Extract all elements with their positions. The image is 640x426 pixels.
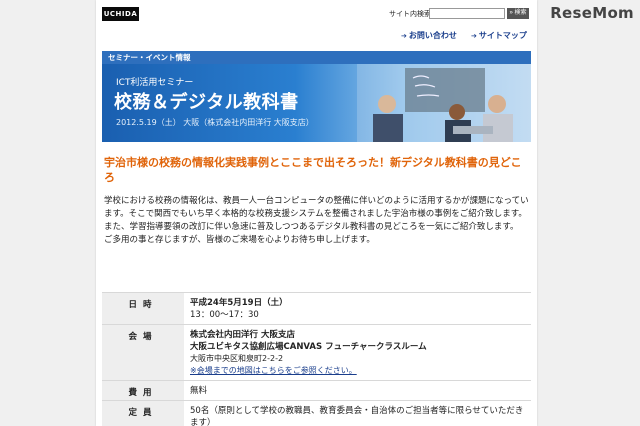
venue-address: 大阪市中央区和泉町2-2-2 [190,354,284,363]
banner-date: 2012.5.19（土） 大阪（株式会社内田洋行 大阪支店） [116,118,314,127]
table-row: 会場 株式会社内田洋行 大阪支店 大阪ユビキタス協創広場CANVAS フューチャ… [102,324,531,381]
table-row: 定員 50名（原則として学校の教職員、教育委員会・自治体のご担当者等に限らせてい… [102,400,531,426]
fee-label: 費用 [102,380,184,401]
search-button[interactable]: » 検索 [507,8,529,19]
intro-paragraph: また、学習指導要領の改訂に伴い急速に普及しつつあるデジタル教科書の見どころを一気… [104,222,519,232]
table-row: 費用 無料 [102,380,531,401]
venue-name: 株式会社内田洋行 大阪支店 [190,330,295,340]
venue-label: 会場 [102,324,184,381]
intro-paragraph: ご多用の事と存じますが、皆様のご来場を心よりお待ち申し上げます。 [104,235,375,245]
page: UCHIDA サイト内検索 » 検索 ➔ お問い合わせ ➔ サイトマップ セミナー・… [96,0,537,426]
arrow-right-icon: ➔ [401,32,407,40]
sitemap-link-label: サイトマップ [478,31,527,40]
time-value: 13：00～17：30 [190,310,259,320]
venue-cell: 株式会社内田洋行 大阪支店 大阪ユビキタス協創広場CANVAS フューチャークラ… [184,324,531,381]
site-search-label: サイト内検索 [389,10,431,18]
header: UCHIDA サイト内検索 » 検索 [96,0,537,26]
search-input[interactable] [429,8,505,19]
event-info-table: 日時 平成24年5月19日（土） 13：00～17：30 会場 株式会社内田洋行… [102,292,531,426]
sitemap-link[interactable]: ➔ サイトマップ [471,30,527,41]
date-label: 日時 [102,292,184,325]
capacity-label: 定員 [102,400,184,426]
seminar-banner: ICT利活用セミナー 校務＆デジタル教科書 2012.5.19（土） 大阪（株式… [102,64,531,142]
resemom-watermark: ReseMom [550,4,634,22]
uchida-logo[interactable]: UCHIDA [102,7,139,21]
inquiry-link[interactable]: ➔ お問い合わせ [401,30,457,41]
date-value: 平成24年5月19日（土） [190,298,288,308]
classroom-photo [357,64,531,142]
section-tab: セミナー・イベント情報 [102,51,531,64]
arrow-right-icon: ➔ [471,32,477,40]
intro-paragraph: 学校における校務の情報化は、教員一人一台コンピュータの整備に伴いどのように活用す… [104,196,529,219]
date-cell: 平成24年5月19日（土） 13：00～17：30 [184,292,531,325]
banner-title: 校務＆デジタル教科書 [114,92,299,113]
fee-value: 無料 [184,380,531,401]
intro-text: 学校における校務の情報化は、教員一人一台コンピュータの整備に伴いどのように活用す… [104,195,529,247]
utility-nav: ➔ お問い合わせ ➔ サイトマップ [96,30,537,42]
capacity-value: 50名（原則として学校の教職員、教育委員会・自治体のご担当者等に限らせていただき… [184,400,531,426]
banner-subtitle: ICT利活用セミナー [116,78,194,88]
table-row: 日時 平成24年5月19日（土） 13：00～17：30 [102,292,531,325]
inquiry-link-label: お問い合わせ [408,31,457,40]
headline: 宇治市様の校務の情報化実践事例とここまで出そろった！新デジタル教科書の見どころ [104,156,522,184]
venue-room: 大阪ユビキタス協創広場CANVAS フューチャークラスルーム [190,342,427,352]
venue-map-link[interactable]: ※会場までの地図はこちらをご参照ください。 [190,365,525,377]
